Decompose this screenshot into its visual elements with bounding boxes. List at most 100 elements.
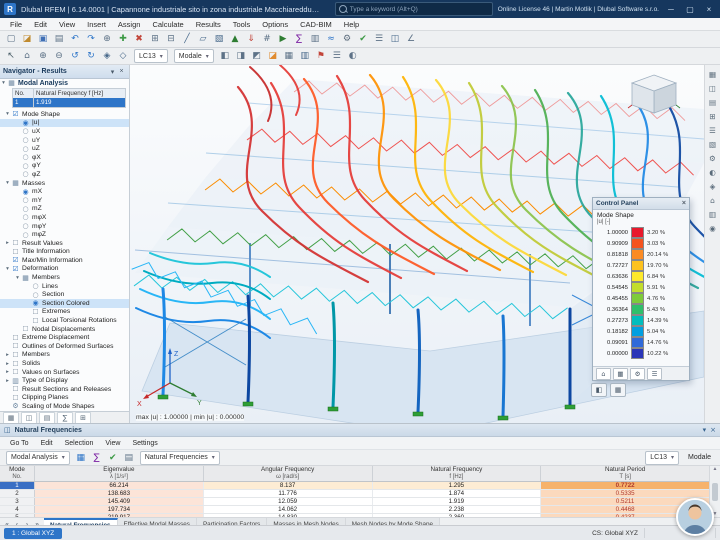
mode-combo[interactable]: Modale ▾ bbox=[174, 49, 214, 63]
view-selector-chip[interactable]: 1 : Global XYZ bbox=[4, 528, 62, 539]
tree-item[interactable]: ▸ ☐ Values on Surfaces bbox=[0, 368, 129, 377]
global-search-input[interactable]: Type a keyword (Alt+Q) bbox=[335, 2, 493, 16]
tree-item[interactable]: ◉ mX bbox=[0, 187, 129, 196]
tree-item-icon[interactable]: ○ bbox=[21, 196, 30, 204]
tree-item-icon[interactable]: ○ bbox=[21, 170, 30, 178]
minimize-button[interactable]: ─ bbox=[664, 5, 678, 14]
tree-item-icon[interactable]: ◉ bbox=[31, 299, 40, 307]
tree-item-icon[interactable]: ☐ bbox=[11, 360, 20, 368]
scroll-up-icon[interactable]: ▲ bbox=[713, 466, 718, 472]
tree-item-icon[interactable]: ◉ bbox=[21, 119, 30, 127]
tables-menu-item[interactable]: Edit bbox=[35, 440, 59, 447]
tree-item-icon[interactable]: ☐ bbox=[31, 317, 40, 325]
tree-item[interactable]: ▾ ▦ Members bbox=[0, 273, 129, 282]
table-column-header[interactable]: Natural Period T [s] bbox=[541, 466, 710, 481]
tree-item-icon[interactable]: ☑ bbox=[11, 265, 20, 273]
close-button[interactable]: × bbox=[702, 5, 716, 14]
expander-icon[interactable]: ▸ bbox=[4, 361, 11, 367]
table-column-header[interactable]: Mode No. bbox=[0, 466, 35, 481]
tree-item-icon[interactable]: ○ bbox=[21, 222, 30, 230]
tree-item[interactable]: ☐ Title Information bbox=[0, 248, 129, 257]
tree-item[interactable]: ○ φZ bbox=[0, 170, 129, 179]
menu-item[interactable]: Assign bbox=[112, 20, 147, 29]
expander-icon[interactable]: ▾ bbox=[4, 180, 11, 186]
menu-item[interactable]: File bbox=[4, 20, 28, 29]
menu-item[interactable]: Options bbox=[256, 20, 294, 29]
tree-item[interactable]: ☐ Outlines of Deformed Surfaces bbox=[0, 342, 129, 351]
tree-item[interactable]: ▾ ☑ Deformation bbox=[0, 265, 129, 274]
tree-item[interactable]: ○ uX bbox=[0, 127, 129, 136]
control-panel-header[interactable]: Control Panel × bbox=[593, 198, 689, 210]
tree-item-icon[interactable]: ▥ bbox=[11, 377, 20, 385]
panel-pin-button[interactable]: ▾ bbox=[703, 426, 707, 434]
load-case-combo[interactable]: LC13 ▾ bbox=[134, 49, 168, 63]
tree-item[interactable]: ☐ Nodal Displacements bbox=[0, 325, 129, 334]
menu-item[interactable]: Edit bbox=[28, 20, 53, 29]
table-load-case-combo[interactable]: LC13 ▾ bbox=[645, 451, 679, 465]
expander-icon[interactable]: ▾ bbox=[4, 111, 11, 117]
tree-item-icon[interactable]: ○ bbox=[21, 145, 30, 153]
tree-item-icon[interactable]: ☐ bbox=[11, 394, 20, 402]
tree-item[interactable]: ○ φY bbox=[0, 162, 129, 171]
tree-item[interactable]: ☐ Extreme Displacement bbox=[0, 333, 129, 342]
tree-item[interactable]: ▸ ☐ Members bbox=[0, 351, 129, 360]
navigator-collapse-button[interactable]: ▾ bbox=[108, 68, 117, 76]
tables-menu-item[interactable]: View bbox=[99, 440, 126, 447]
table-column-header[interactable]: Angular Frequency ω [rad/s] bbox=[204, 466, 373, 481]
menu-item[interactable]: View bbox=[53, 20, 81, 29]
tree-item-icon[interactable]: ▦ bbox=[11, 179, 20, 187]
tree-item-icon[interactable]: ☑ bbox=[11, 110, 20, 118]
tree-item[interactable]: ○ uY bbox=[0, 136, 129, 145]
tree-item[interactable]: ▸ ☐ Result Values bbox=[0, 239, 129, 248]
maximize-button[interactable]: ▢ bbox=[683, 5, 697, 14]
table-row[interactable]: 2 138.683 11.776 1.874 0.5335 bbox=[0, 490, 710, 498]
table-row[interactable]: 3 145.409 12.059 1.919 0.5211 bbox=[0, 498, 710, 506]
tree-item-icon[interactable]: ○ bbox=[21, 231, 30, 239]
tree-item-icon[interactable]: ☐ bbox=[21, 325, 30, 333]
expander-icon[interactable]: ▸ bbox=[4, 240, 11, 246]
mini-table-row[interactable]: 1 1.919 bbox=[13, 98, 125, 107]
tree-item-icon[interactable]: ▦ bbox=[21, 274, 30, 282]
tables-menu-item[interactable]: Go To bbox=[4, 440, 35, 447]
menu-item[interactable]: Help bbox=[338, 20, 365, 29]
tree-item[interactable]: ☐ Extremes bbox=[0, 308, 129, 317]
model-viewport[interactable]: Z X Y max |u| : 1.00000 | min |u| : 0.00… bbox=[130, 65, 704, 423]
tree-item-icon[interactable]: ○ bbox=[21, 136, 30, 144]
menu-item[interactable]: Tools bbox=[227, 20, 257, 29]
tree-item-icon[interactable]: ○ bbox=[21, 153, 30, 161]
tree-item[interactable]: ○ uZ bbox=[0, 144, 129, 153]
tree-item-icon[interactable]: ☐ bbox=[11, 351, 20, 359]
panel-close-button[interactable]: × bbox=[710, 426, 716, 434]
analysis-combo[interactable]: Modal Analysis ▾ bbox=[6, 451, 70, 465]
tree-item[interactable]: ▾ ▦ Masses bbox=[0, 179, 129, 188]
table-column-header[interactable]: Eigenvalue λ [1/s²] bbox=[35, 466, 204, 481]
tree-item[interactable]: ☐ Local Torsional Rotations bbox=[0, 316, 129, 325]
expander-icon[interactable]: ▾ bbox=[4, 266, 11, 272]
tree-item[interactable]: ○ Section bbox=[0, 290, 129, 299]
expander-icon[interactable]: ▸ bbox=[4, 352, 11, 358]
expander-icon[interactable]: ▾ bbox=[0, 80, 7, 86]
tree-item[interactable]: ▸ ☐ Solids bbox=[0, 359, 129, 368]
user-avatar[interactable] bbox=[676, 498, 714, 536]
tree-item[interactable]: ○ mφX bbox=[0, 213, 129, 222]
tree-item-icon[interactable]: ○ bbox=[21, 213, 30, 221]
tree-item[interactable]: ▸ ▥ Type of Display bbox=[0, 376, 129, 385]
tree-item[interactable]: ○ mφZ bbox=[0, 230, 129, 239]
tree-item[interactable]: ▾ ☑ Mode Shape bbox=[0, 110, 129, 119]
tables-menu-item[interactable]: Selection bbox=[59, 440, 100, 447]
scrollbar-thumb[interactable] bbox=[712, 483, 718, 501]
expander-icon[interactable]: ▾ bbox=[14, 275, 21, 281]
tree-item-icon[interactable]: ☐ bbox=[11, 239, 20, 247]
tree-item-icon[interactable]: ◉ bbox=[21, 188, 30, 196]
tree-item-icon[interactable]: ○ bbox=[21, 205, 30, 213]
tree-item-icon[interactable]: ☐ bbox=[11, 342, 20, 350]
tree-item[interactable]: ☐ Clipping Planes bbox=[0, 394, 129, 403]
menu-item[interactable]: Insert bbox=[81, 20, 112, 29]
tree-item[interactable]: ○ mφY bbox=[0, 222, 129, 231]
table-column-header[interactable]: Natural Frequency f [Hz] bbox=[373, 466, 542, 481]
tables-menu-item[interactable]: Settings bbox=[126, 440, 163, 447]
tree-item-icon[interactable]: ○ bbox=[31, 282, 40, 290]
tree-item[interactable]: ⚙ Scaling of Mode Shapes bbox=[0, 402, 129, 411]
table-selector-combo[interactable]: Natural Frequencies ▾ bbox=[140, 451, 220, 465]
tree-item-icon[interactable]: ☐ bbox=[11, 334, 20, 342]
